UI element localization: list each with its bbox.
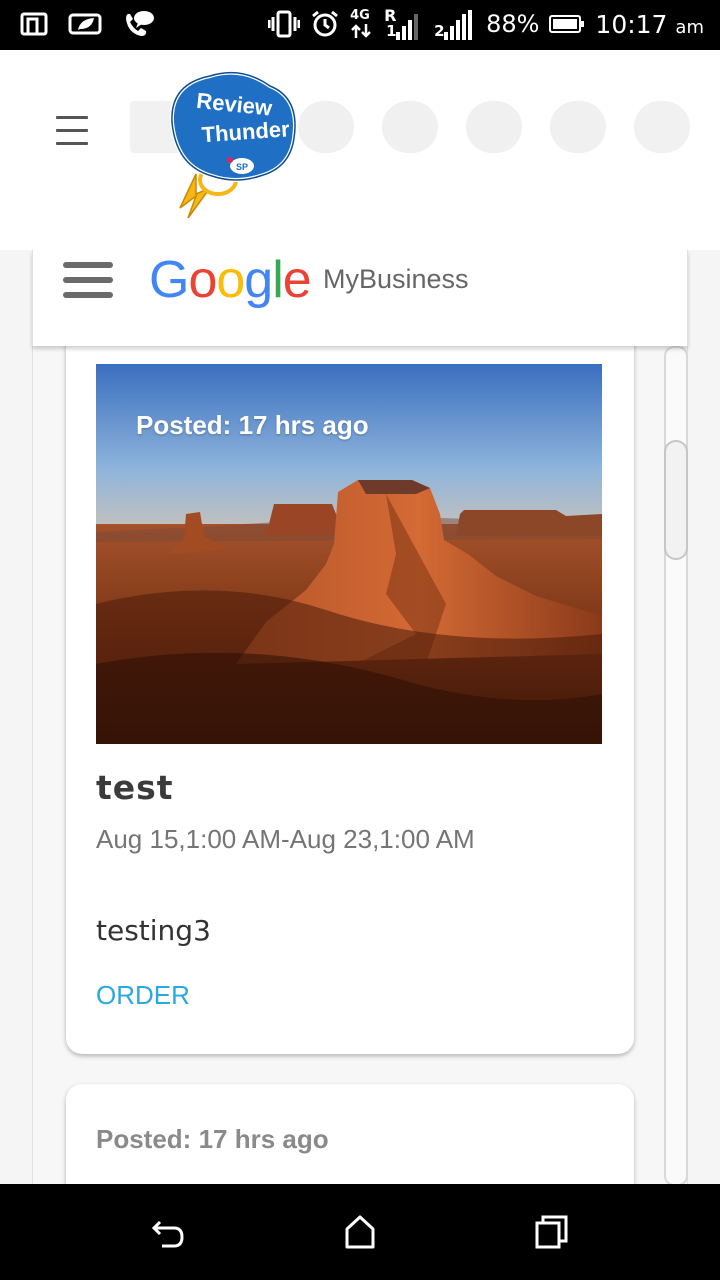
post-card: Posted: 17 hrs ago [66, 1084, 634, 1186]
post-title: test [96, 768, 174, 807]
screen-mirror-icon [20, 12, 48, 36]
posts-feed: Posted: 17 hrs ago test Aug 15,1:00 AM-A… [32, 346, 688, 1186]
status-left-icons [20, 9, 156, 39]
android-nav-bar [0, 1184, 720, 1280]
gmb-header: Google MyBusiness [32, 250, 688, 346]
leaf-icon [68, 13, 102, 35]
network-4g-icon: 4G [350, 8, 374, 39]
post-description: testing3 [96, 914, 211, 947]
review-thunder-logo[interactable]: Review Thunder SP [166, 68, 306, 224]
google-logo: Google [149, 251, 312, 309]
status-right-icons: 4G R 1 2 88% 10:17 am [268, 6, 704, 40]
scrollbar-thumb[interactable] [664, 440, 688, 560]
posted-time: Posted: 17 hrs ago [96, 1124, 329, 1154]
screen: 4G R 1 2 88% 10:17 am Review Thunder SP … [0, 0, 720, 1280]
call-chat-icon [126, 11, 154, 36]
post-dates: Aug 15,1:00 AM-Aug 23,1:00 AM [96, 824, 475, 854]
gmb-menu-icon[interactable] [63, 262, 115, 302]
battery-icon [549, 15, 585, 33]
status-bar: 4G R 1 2 88% 10:17 am [0, 0, 720, 50]
vibrate-icon [268, 10, 301, 38]
hamburger-menu-icon[interactable] [56, 112, 90, 148]
gmb-product-label: MyBusiness [323, 264, 469, 294]
posted-time: Posted: 17 hrs ago [136, 410, 369, 440]
battery-percent: 88% [486, 10, 540, 38]
post-card: Posted: 17 hrs ago test Aug 15,1:00 AM-A… [66, 346, 634, 1054]
signal-sim1-icon: R 1 [384, 6, 424, 40]
svg-text:SP: SP [236, 162, 248, 172]
site-header: Review Thunder SP [0, 50, 720, 250]
recents-icon[interactable] [532, 1212, 572, 1252]
back-icon[interactable] [148, 1212, 188, 1252]
order-button[interactable]: ORDER [96, 980, 190, 1011]
alarm-icon [312, 10, 339, 37]
signal-sim2-icon: 2 [434, 8, 476, 40]
clock: 10:17 am [595, 9, 704, 39]
post-image: Posted: 17 hrs ago [96, 364, 602, 744]
home-icon[interactable] [340, 1212, 380, 1252]
